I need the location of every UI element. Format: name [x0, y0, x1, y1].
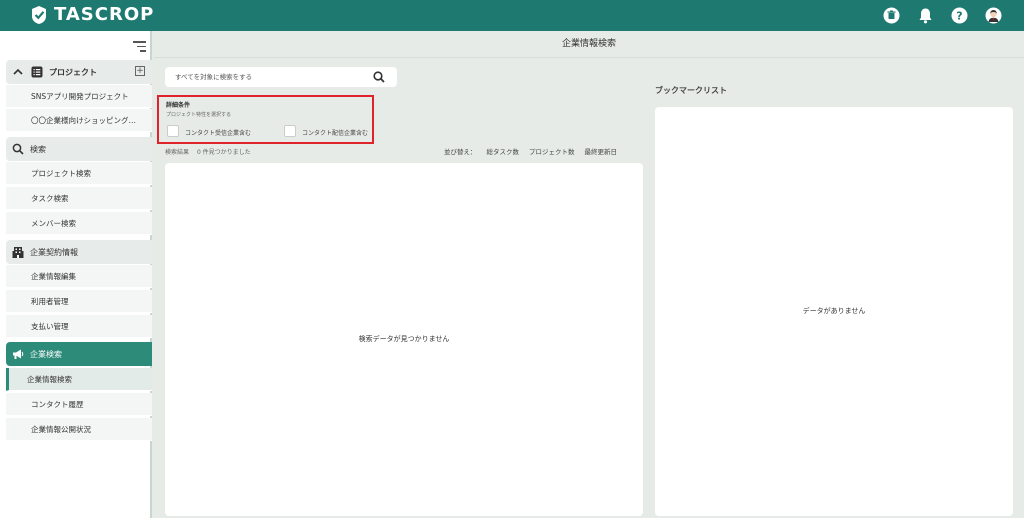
empty-result-message: 検索データが見つかりません: [358, 335, 450, 343]
contact-sent-label: コンタクト配信企業含む: [302, 130, 369, 137]
sort-project-count[interactable]: プロジェクト数: [529, 146, 575, 156]
sidebar-item-label: 企業情報検索: [27, 374, 72, 384]
sort-total-tasks[interactable]: 総タスク数: [487, 146, 520, 156]
sort-label: 並び替え：: [444, 148, 477, 156]
sidebar-section-label: 検索: [30, 144, 46, 154]
search-bar: [165, 67, 397, 87]
sidebar-section-search[interactable]: 検索: [6, 137, 152, 161]
chevron-up-icon[interactable]: [11, 66, 24, 79]
sort-options: 並び替え： 総タスク数 プロジェクト数 最終更新日: [444, 146, 617, 156]
sort-last-updated[interactable]: 最終更新日: [585, 146, 618, 156]
list-icon: [30, 66, 43, 79]
sidebar-item-label: メンバー検索: [31, 218, 76, 228]
logo-text: TASCROP: [54, 4, 155, 25]
sidebar-item-label: 〇〇企業様向けショッピング…: [31, 115, 136, 125]
sidebar-item-contact-history[interactable]: コンタクト履歴: [6, 393, 152, 416]
detail-subtitle: プロジェクト特性を選択する: [166, 112, 232, 118]
sidebar-item-member-search[interactable]: メンバー検索: [6, 212, 152, 235]
result-count-value: 0 件見つかりました: [196, 149, 251, 156]
detail-conditions: 詳細条件 プロジェクト特性を選択する コンタクト受信企業含む コンタクト配信企業…: [157, 95, 374, 144]
megaphone-icon: [11, 348, 24, 361]
sidebar-item-publication-status[interactable]: 企業情報公開状況: [6, 418, 152, 441]
sidebar-item-label: 利用者管理: [31, 296, 69, 306]
result-label: 検索結果: [165, 149, 190, 156]
contact-sent-checkbox[interactable]: [284, 125, 296, 137]
sidebar-section-company-search[interactable]: 企業検索: [6, 342, 152, 366]
help-icon[interactable]: ?: [951, 7, 968, 24]
sidebar-item-company-edit[interactable]: 企業情報編集: [6, 265, 152, 288]
sidebar-section-label: プロジェクト: [49, 67, 97, 77]
add-project-button[interactable]: +: [135, 66, 145, 76]
sidebar-section-contract[interactable]: 企業契約情報: [6, 240, 152, 264]
trash-icon[interactable]: [883, 7, 900, 24]
contact-received-label: コンタクト受信企業含む: [185, 130, 252, 137]
sidebar-section-label: 企業検索: [30, 349, 62, 359]
user-avatar-icon[interactable]: [985, 7, 1002, 24]
sidebar-item-label: 企業情報編集: [31, 271, 76, 281]
sidebar-item-label: タスク検索: [31, 193, 69, 203]
top-header: TASCROP ?: [0, 0, 1024, 31]
building-icon: [11, 246, 24, 259]
sidebar-item-label: 企業情報公開状況: [31, 424, 91, 434]
search-icon[interactable]: [373, 71, 385, 83]
logo[interactable]: TASCROP: [29, 5, 154, 25]
bookmark-panel: データがありません: [655, 107, 1013, 516]
sidebar-section-project[interactable]: プロジェクト +: [6, 60, 152, 84]
bookmark-empty-message: データがありません: [802, 307, 866, 315]
logo-check-icon: [32, 6, 46, 24]
sidebar-item-project-search[interactable]: プロジェクト検索: [6, 162, 152, 185]
sidebar-item-user-management[interactable]: 利用者管理: [6, 290, 152, 313]
contact-received-checkbox[interactable]: [167, 125, 179, 137]
svg-text:?: ?: [956, 9, 962, 22]
sidebar-item-label: 支払い管理: [31, 321, 69, 331]
sidebar-item-label: プロジェクト検索: [31, 168, 91, 178]
search-input[interactable]: [175, 70, 365, 84]
sidebar-item-label: SNSアプリ開発プロジェクト: [31, 91, 129, 101]
sidebar-section-label: 企業契約情報: [30, 247, 78, 257]
sidebar-item-project[interactable]: 〇〇企業様向けショッピング…: [6, 109, 152, 132]
detail-title: 詳細条件: [166, 102, 191, 109]
search-icon: [11, 143, 24, 156]
sidebar-item-payment[interactable]: 支払い管理: [6, 315, 152, 338]
sidebar-item-project[interactable]: SNSアプリ開発プロジェクト: [6, 85, 152, 108]
sidebar: プロジェクト + SNSアプリ開発プロジェクト 〇〇企業様向けショッピング… 検…: [0, 31, 152, 518]
result-panel: 検索データが見つかりません: [165, 163, 643, 516]
bell-icon[interactable]: [917, 7, 934, 24]
page-title: 企業情報検索: [154, 31, 1024, 58]
menu-toggle-icon[interactable]: [133, 41, 146, 52]
result-count: 検索結果 0 件見つかりました: [165, 147, 251, 156]
sidebar-item-company-info-search[interactable]: 企業情報検索: [6, 368, 152, 391]
sidebar-item-label: コンタクト履歴: [31, 399, 84, 409]
bookmark-title: ブックマークリスト: [655, 86, 727, 95]
sidebar-item-task-search[interactable]: タスク検索: [6, 187, 152, 210]
